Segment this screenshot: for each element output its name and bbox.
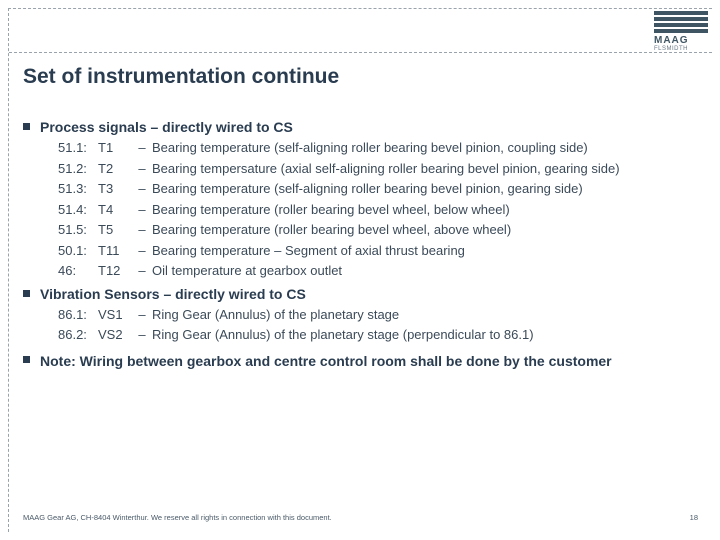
list-item: 51.1:T1–Bearing temperature (self-aligni… bbox=[58, 139, 698, 157]
section-heading-label: Vibration Sensors – directly wired to CS bbox=[40, 286, 306, 302]
section-items-vibration-sensors: 86.1:VS1–Ring Gear (Annulus) of the plan… bbox=[23, 306, 698, 344]
list-item: 51.2:T2–Bearing tempersature (axial self… bbox=[58, 160, 698, 178]
brand-name: MAAG bbox=[654, 35, 708, 46]
bullet-icon bbox=[23, 356, 30, 363]
brand-logo: MAAG FLSMIDTH bbox=[654, 11, 708, 52]
list-item: 51.5:T5–Bearing temperature (roller bear… bbox=[58, 221, 698, 239]
bullet-icon bbox=[23, 123, 30, 130]
note-text: Note: Wiring between gearbox and centre … bbox=[40, 352, 698, 371]
page-number: 18 bbox=[690, 513, 698, 522]
list-item: 51.4:T4–Bearing temperature (roller bear… bbox=[58, 201, 698, 219]
list-item: 86.1:VS1–Ring Gear (Annulus) of the plan… bbox=[58, 306, 698, 324]
page-title: Set of instrumentation continue bbox=[23, 53, 339, 89]
section-heading-process-signals: Process signals – directly wired to CS bbox=[23, 119, 698, 135]
list-item: 86.2:VS2–Ring Gear (Annulus) of the plan… bbox=[58, 326, 698, 344]
brand-subtitle: FLSMIDTH bbox=[654, 46, 708, 52]
bullet-icon bbox=[23, 290, 30, 297]
content-area: Process signals – directly wired to CS 5… bbox=[23, 113, 698, 371]
section-note: Note: Wiring between gearbox and centre … bbox=[23, 352, 698, 371]
footer: MAAG Gear AG, CH-8404 Winterthur. We res… bbox=[23, 513, 698, 522]
section-heading-vibration-sensors: Vibration Sensors – directly wired to CS bbox=[23, 286, 698, 302]
list-item: 50.1:T11–Bearing temperature – Segment o… bbox=[58, 242, 698, 260]
brand-logo-icon bbox=[654, 11, 708, 33]
list-item: 51.3:T3–Bearing temperature (self-aligni… bbox=[58, 180, 698, 198]
footer-copyright: MAAG Gear AG, CH-8404 Winterthur. We res… bbox=[23, 513, 332, 522]
list-item: 46:T12–Oil temperature at gearbox outlet bbox=[58, 262, 698, 280]
section-heading-label: Process signals – directly wired to CS bbox=[40, 119, 293, 135]
header-bar: MAAG FLSMIDTH bbox=[9, 9, 712, 53]
slide-frame: MAAG FLSMIDTH Set of instrumentation con… bbox=[8, 8, 712, 532]
section-items-process-signals: 51.1:T1–Bearing temperature (self-aligni… bbox=[23, 139, 698, 280]
